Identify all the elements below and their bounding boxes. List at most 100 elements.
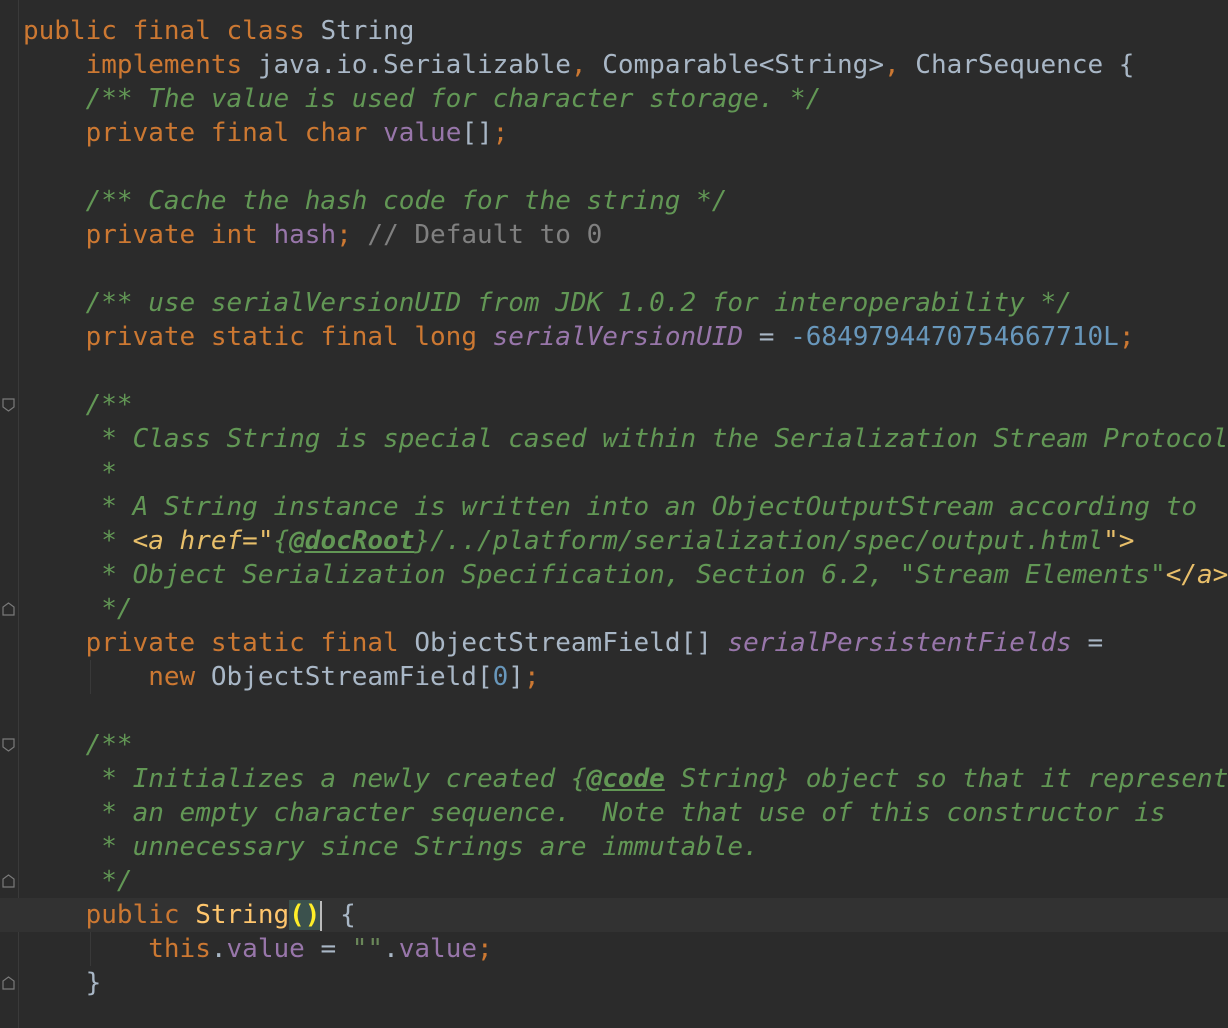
code-token: private bbox=[85, 628, 196, 658]
code-line[interactable]: * Object Serialization Specification, Se… bbox=[23, 558, 1228, 592]
code-line[interactable]: * Class String is special cased within t… bbox=[23, 422, 1228, 456]
code-line[interactable] bbox=[23, 354, 1228, 388]
code-token: = bbox=[743, 322, 791, 352]
code-token: final bbox=[132, 16, 211, 46]
code-line[interactable]: */ bbox=[23, 864, 1228, 898]
code-line[interactable]: private final char value[]; bbox=[23, 116, 1228, 150]
code-token: /** use serialVersionUID from JDK 1.0.2 … bbox=[85, 288, 1072, 318]
editor-gutter bbox=[0, 0, 19, 1028]
fold-toggle-icon[interactable] bbox=[2, 738, 15, 752]
code-editor[interactable]: public final class String implements jav… bbox=[0, 0, 1228, 1028]
code-token: . bbox=[383, 934, 399, 964]
fold-toggle-icon[interactable] bbox=[2, 398, 15, 412]
code-token: implements bbox=[85, 50, 243, 80]
code-line[interactable]: * an empty character sequence. Note that… bbox=[23, 796, 1228, 830]
code-token: { bbox=[273, 526, 290, 556]
code-token: final bbox=[210, 118, 290, 148]
code-token: new bbox=[148, 662, 196, 692]
code-token: private bbox=[85, 220, 196, 250]
code-token: ObjectStreamField[ bbox=[195, 662, 493, 692]
code-token: , bbox=[883, 50, 900, 80]
code-token: * bbox=[101, 526, 133, 556]
code-text-area[interactable]: public final class String implements jav… bbox=[0, 14, 1228, 1000]
code-token: java.io.Serializable bbox=[242, 50, 571, 80]
code-token: final bbox=[320, 628, 399, 658]
code-token: * bbox=[101, 458, 117, 488]
code-line[interactable]: */ bbox=[23, 592, 1228, 626]
code-token: class bbox=[226, 16, 305, 46]
code-token: , bbox=[570, 50, 587, 80]
code-token: ; bbox=[1118, 322, 1135, 352]
fold-toggle-icon[interactable] bbox=[2, 976, 15, 990]
code-line[interactable]: * Initializes a newly created {@code Str… bbox=[23, 762, 1228, 796]
code-token: public bbox=[85, 900, 180, 930]
code-line[interactable]: private static final long serialVersionU… bbox=[23, 320, 1228, 354]
code-token: public bbox=[23, 16, 117, 46]
code-token: -6849794470754667710L bbox=[790, 322, 1119, 352]
code-line[interactable]: /** bbox=[23, 388, 1228, 422]
code-token: value bbox=[226, 934, 305, 964]
code-line[interactable] bbox=[23, 694, 1228, 728]
code-token: @code bbox=[586, 764, 665, 794]
code-token: static bbox=[210, 322, 305, 352]
code-line[interactable]: /** The value is used for character stor… bbox=[23, 82, 1228, 116]
code-line-current[interactable]: public String() { bbox=[0, 898, 1228, 932]
code-line[interactable] bbox=[23, 150, 1228, 184]
code-line[interactable]: /** Cache the hash code for the string *… bbox=[23, 184, 1228, 218]
code-token: String} object so that it represents bbox=[664, 764, 1228, 794]
code-line[interactable]: /** bbox=[23, 728, 1228, 762]
code-line[interactable]: } bbox=[23, 966, 1228, 1000]
code-token: String bbox=[304, 16, 415, 46]
code-line[interactable] bbox=[23, 252, 1228, 286]
code-line[interactable]: * bbox=[23, 456, 1228, 490]
code-line[interactable]: * A String instance is written into an O… bbox=[23, 490, 1228, 524]
code-token: ] bbox=[508, 662, 524, 692]
code-token: { bbox=[570, 764, 587, 794]
code-token: CharSequence { bbox=[899, 50, 1135, 80]
code-token: Comparable<String> bbox=[586, 50, 884, 80]
code-line[interactable]: this.value = "".value; bbox=[23, 932, 1228, 966]
code-line[interactable]: new ObjectStreamField[0]; bbox=[23, 660, 1228, 694]
code-line[interactable]: private int hash; // Default to 0 bbox=[23, 218, 1228, 252]
code-token: final bbox=[320, 322, 399, 352]
code-token: * Initializes a newly created bbox=[101, 764, 571, 794]
code-token: </a> bbox=[1165, 560, 1228, 590]
code-token: private bbox=[85, 322, 196, 352]
code-token: . bbox=[210, 934, 227, 964]
code-token: }/../platform/serialization/spec/output.… bbox=[414, 526, 1104, 556]
code-token: long bbox=[414, 322, 477, 352]
code-token: */ bbox=[101, 866, 133, 896]
code-token: <a href=" bbox=[132, 526, 274, 556]
code-token: */ bbox=[101, 594, 133, 624]
code-line[interactable]: private static final ObjectStreamField[]… bbox=[23, 626, 1228, 660]
code-line[interactable]: public final class String bbox=[23, 14, 1228, 48]
code-line[interactable]: * <a href="{@docRoot}/../platform/serial… bbox=[23, 524, 1228, 558]
code-line[interactable]: /** use serialVersionUID from JDK 1.0.2 … bbox=[23, 286, 1228, 320]
code-token: () bbox=[289, 900, 321, 930]
code-line[interactable]: * unnecessary since Strings are immutabl… bbox=[23, 830, 1228, 864]
code-token: value bbox=[398, 934, 478, 964]
fold-toggle-icon[interactable] bbox=[2, 874, 15, 888]
code-line[interactable]: implements java.io.Serializable, Compara… bbox=[23, 48, 1228, 82]
code-token: /** The value is used for character stor… bbox=[85, 84, 822, 114]
fold-toggle-icon[interactable] bbox=[2, 602, 15, 616]
code-token: ; bbox=[477, 934, 493, 964]
